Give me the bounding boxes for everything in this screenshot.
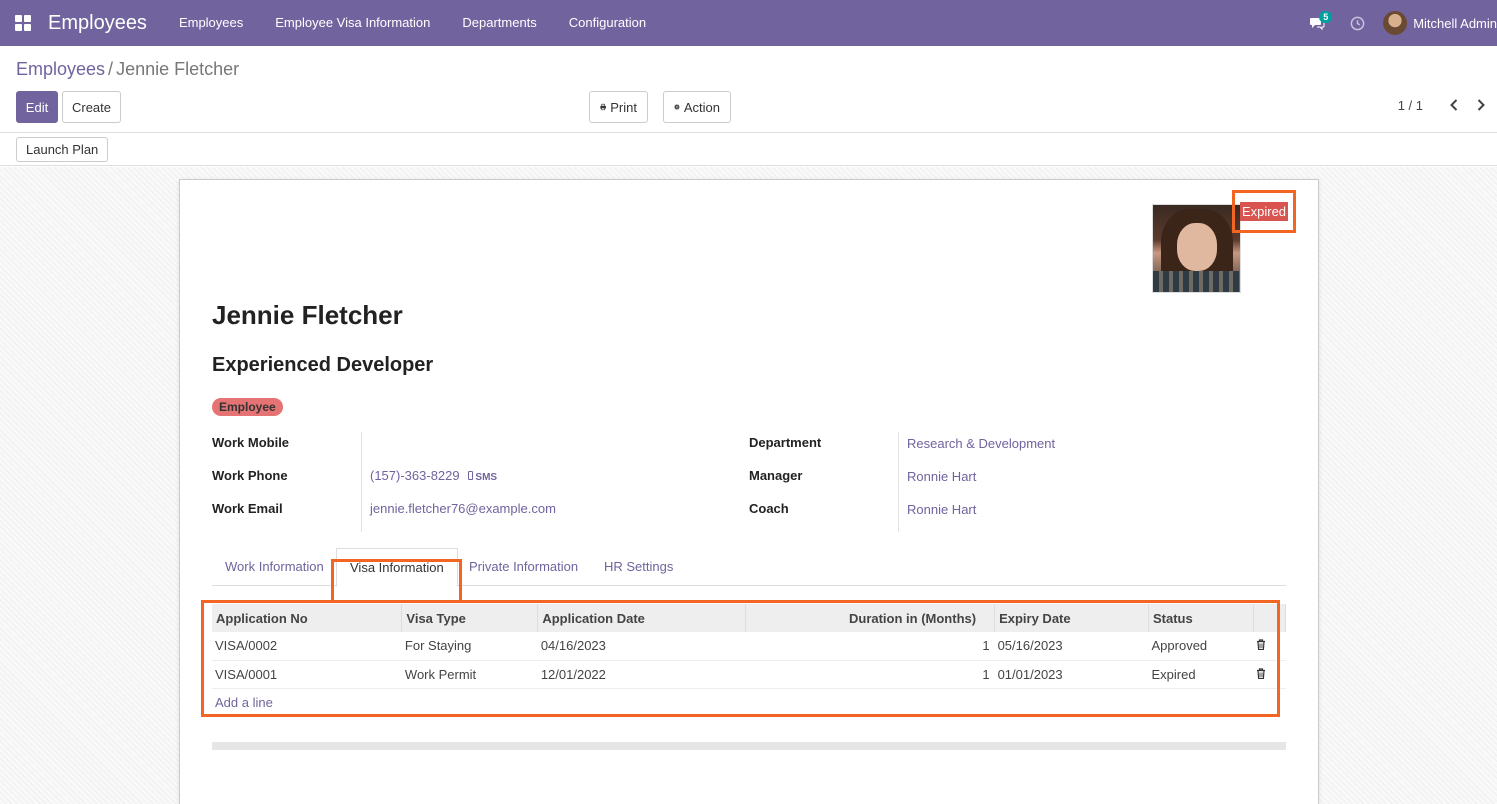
create-button[interactable]: Create xyxy=(62,91,121,123)
tab-private-information[interactable]: Private Information xyxy=(456,548,591,586)
visa-tab-highlight xyxy=(331,559,462,603)
department-label: Department xyxy=(749,435,822,450)
coach-value[interactable]: Ronnie Hart xyxy=(907,502,976,517)
control-panel: Employees / Jennie Fletcher Edit Create Pr… xyxy=(0,46,1497,133)
tab-hr-settings[interactable]: HR Settings xyxy=(591,548,686,586)
breadcrumb: Employees / Jennie Fletcher xyxy=(16,59,239,80)
print-button[interactable]: Print xyxy=(589,91,648,123)
work-email-value[interactable]: jennie.fletcher76@example.com xyxy=(370,501,556,516)
user-menu[interactable]: Mitchell Admin xyxy=(1377,11,1497,35)
coach-label: Coach xyxy=(749,501,789,516)
user-avatar xyxy=(1383,11,1408,35)
action-label: Action xyxy=(683,99,720,115)
messages-icon[interactable]: 5 xyxy=(1297,0,1337,46)
action-button[interactable]: Action xyxy=(663,91,731,123)
messages-badge: 5 xyxy=(1319,11,1333,23)
form-statusbar: Launch Plan xyxy=(0,133,1497,166)
launch-plan-button[interactable]: Launch Plan xyxy=(16,137,109,162)
sms-label: SMS xyxy=(475,472,498,483)
edit-button[interactable]: Edit xyxy=(16,91,58,123)
activity-clock-icon[interactable] xyxy=(1337,0,1377,46)
app-title[interactable]: Employees xyxy=(48,12,147,35)
department-value[interactable]: Research & Development xyxy=(907,436,1055,451)
mobile-icon xyxy=(467,471,473,480)
work-email-label: Work Email xyxy=(212,501,283,516)
work-phone-field: (157)-363-8229 SMS xyxy=(370,468,497,483)
tab-work-information[interactable]: Work Information xyxy=(212,548,337,586)
manager-value[interactable]: Ronnie Hart xyxy=(907,469,976,484)
breadcrumb-current: Jennie Fletcher xyxy=(116,59,240,79)
form-content-area: Expired Jennie Fletcher Experienced Deve… xyxy=(0,167,1497,804)
chatter-divider xyxy=(212,742,1286,750)
print-icon xyxy=(600,103,606,111)
visa-table-highlight xyxy=(201,600,1280,717)
apps-menu-icon[interactable] xyxy=(0,0,46,46)
print-label: Print xyxy=(610,99,637,115)
pager-value[interactable]: 1 / 1 xyxy=(1398,98,1423,113)
menu-configuration[interactable]: Configuration xyxy=(553,0,662,46)
breadcrumb-employees[interactable]: Employees xyxy=(16,59,105,79)
right-field-separator xyxy=(898,432,899,532)
menu-employees[interactable]: Employees xyxy=(163,0,259,46)
work-phone-value[interactable]: (157)-363-8229 xyxy=(370,468,460,483)
main-menu: Employees Employee Visa Information Depa… xyxy=(163,0,662,46)
work-mobile-label: Work Mobile xyxy=(212,435,290,450)
job-title[interactable]: Experienced Developer xyxy=(212,354,433,377)
breadcrumb-separator: / xyxy=(108,59,114,79)
sms-button[interactable]: SMS xyxy=(467,471,498,483)
pager-previous-icon[interactable] xyxy=(1444,95,1464,115)
top-navbar: Employees Employees Employee Visa Inform… xyxy=(0,0,1497,46)
menu-employee-visa-information[interactable]: Employee Visa Information xyxy=(259,0,446,46)
user-name: Mitchell Admin xyxy=(1413,15,1497,31)
expired-ribbon-highlight: Expired xyxy=(1232,190,1296,233)
employee-name[interactable]: Jennie Fletcher xyxy=(212,300,403,331)
gear-icon xyxy=(674,104,680,110)
form-sheet: Expired Jennie Fletcher Experienced Deve… xyxy=(179,179,1319,804)
left-field-separator xyxy=(361,432,362,532)
pager-next-icon[interactable] xyxy=(1471,95,1491,115)
manager-label: Manager xyxy=(749,468,803,483)
status-ribbon: Expired xyxy=(1239,202,1289,221)
employee-tag[interactable]: Employee xyxy=(212,398,283,416)
employee-photo[interactable] xyxy=(1152,204,1241,293)
work-phone-label: Work Phone xyxy=(212,468,288,483)
menu-departments[interactable]: Departments xyxy=(446,0,552,46)
